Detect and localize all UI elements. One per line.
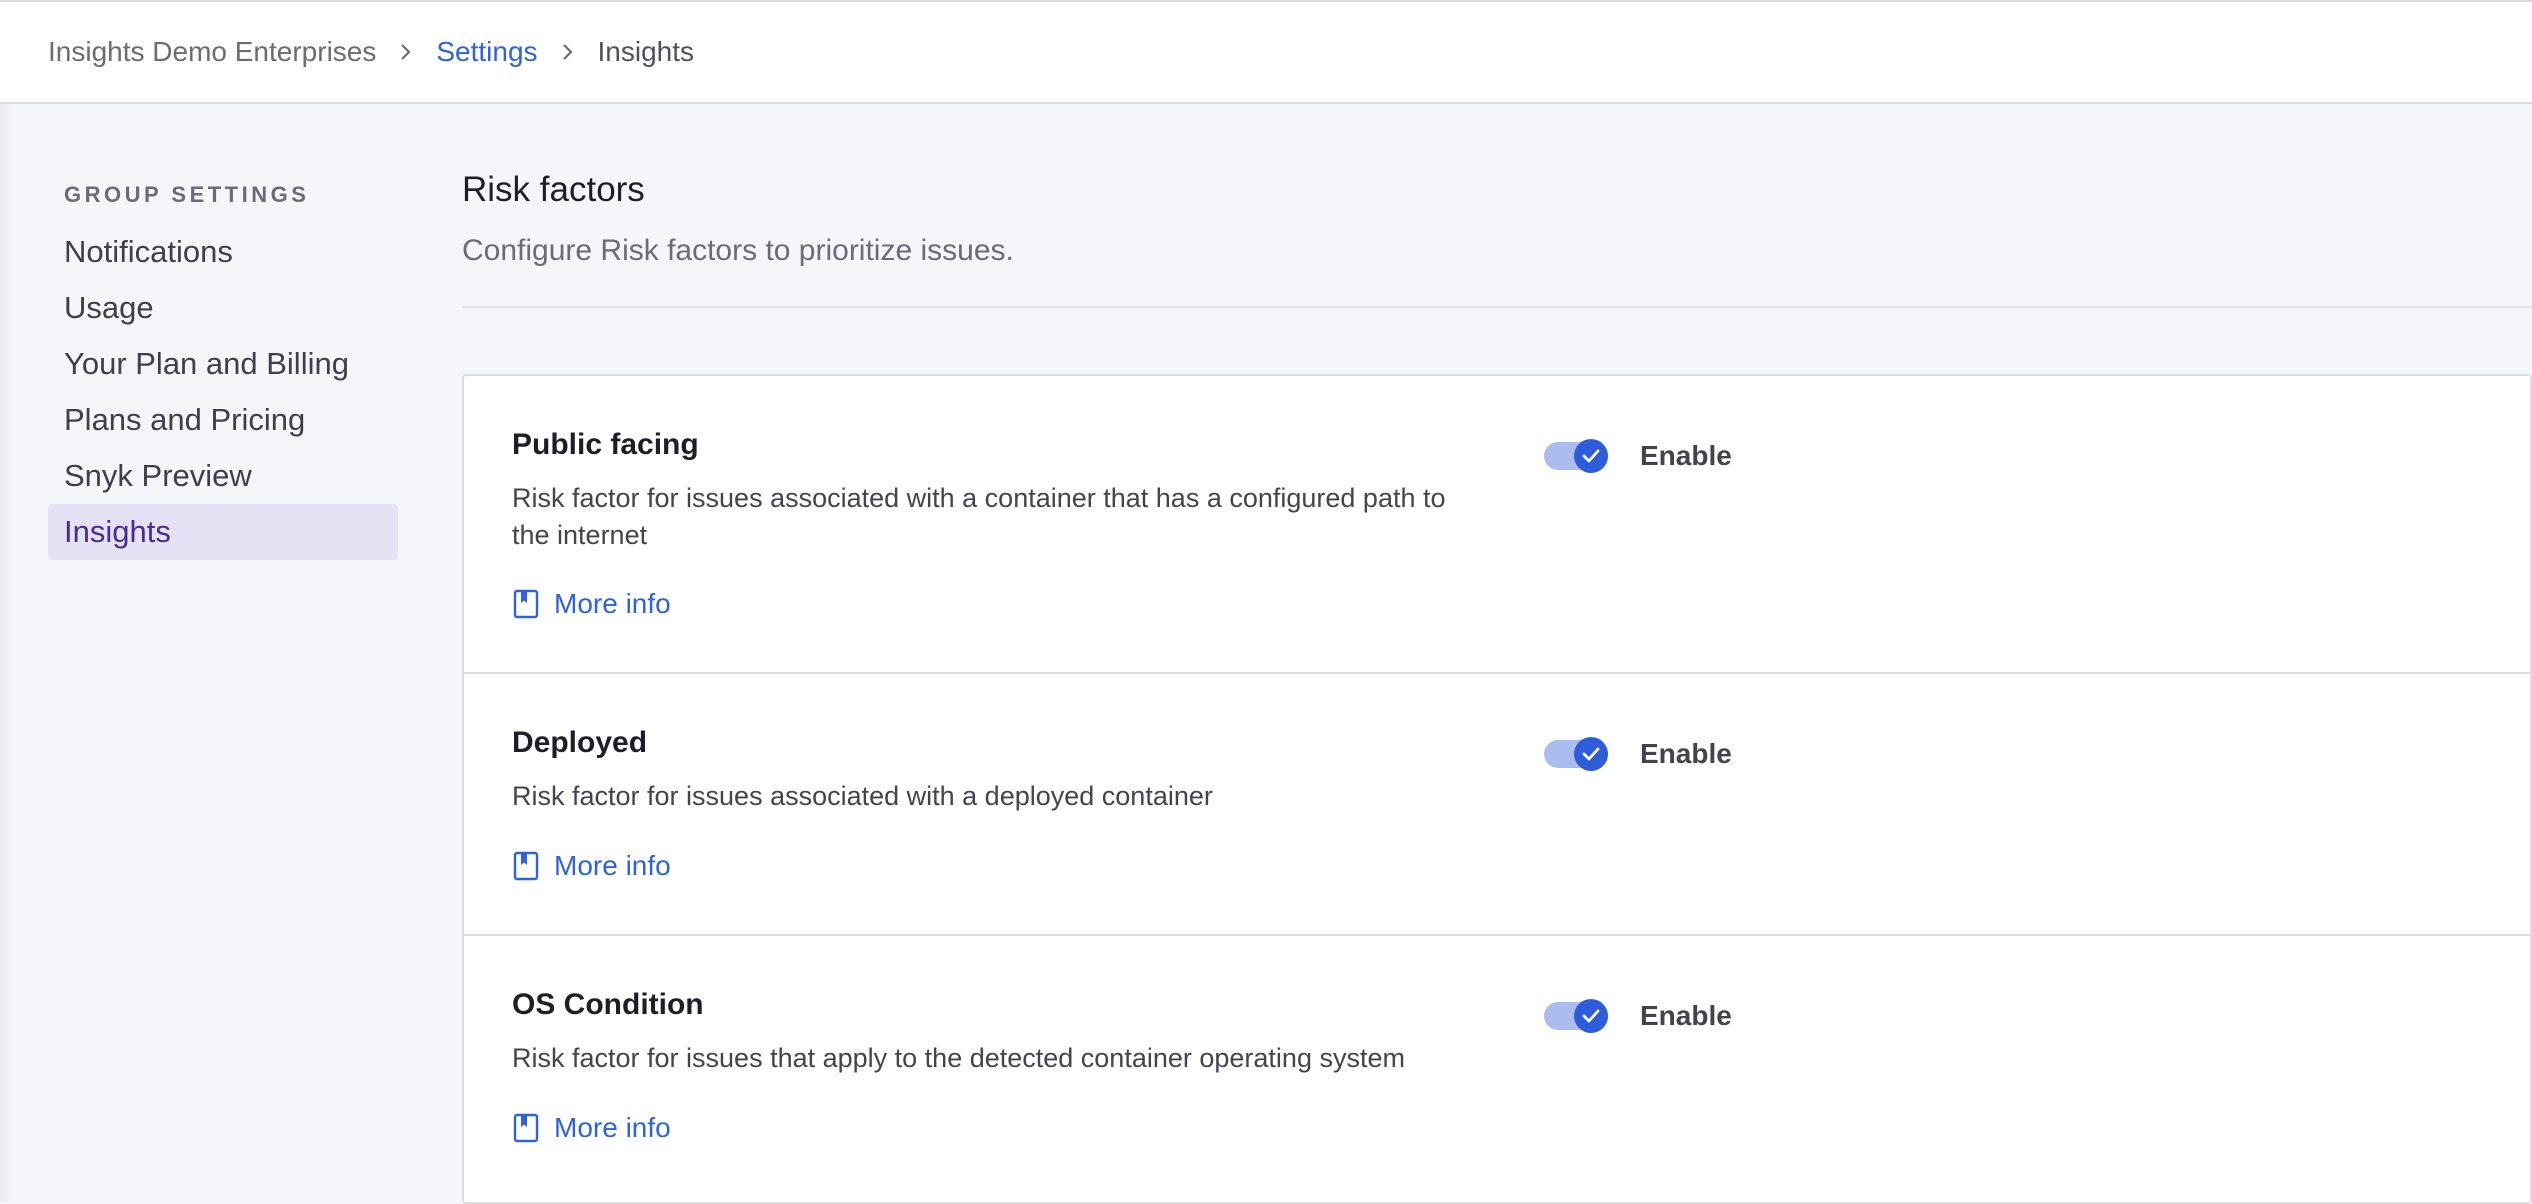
check-icon	[1574, 439, 1608, 473]
sidebar-item-notifications[interactable]: Notifications	[48, 224, 398, 280]
risk-factor-title: OS Condition	[512, 988, 704, 1021]
risk-factor-os-condition: OS Condition Risk factor for issues that…	[464, 936, 2530, 1202]
enable-toggle-group: Enable	[1544, 737, 1732, 771]
risk-factor-deployed: Deployed Risk factor for issues associat…	[464, 674, 2530, 936]
sidebar-item-plans-pricing[interactable]: Plans and Pricing	[48, 392, 398, 448]
risk-factor-description: Risk factor for issues associated with a…	[512, 781, 1213, 811]
check-icon	[1574, 737, 1608, 771]
enable-toggle-group: Enable	[1544, 999, 1732, 1033]
risk-factors-card: Public facing Risk factor for issues ass…	[462, 374, 2532, 1204]
risk-factor-description: Risk factor for issues associated with a…	[512, 483, 1446, 550]
sidebar-item-usage[interactable]: Usage	[48, 280, 398, 336]
enable-toggle[interactable]	[1544, 737, 1608, 771]
book-icon	[513, 589, 539, 619]
more-info-link[interactable]: More info	[512, 1112, 671, 1144]
page-title: Risk factors	[462, 170, 645, 209]
breadcrumb-org[interactable]: Insights Demo Enterprises	[48, 36, 376, 68]
enable-toggle[interactable]	[1544, 999, 1608, 1033]
more-info-label: More info	[554, 850, 671, 881]
more-info-label: More info	[554, 588, 671, 619]
chevron-right-icon	[538, 37, 598, 67]
sidebar-item-snyk-preview[interactable]: Snyk Preview	[48, 448, 398, 504]
book-icon	[513, 1113, 539, 1143]
breadcrumb: Insights Demo Enterprises Settings Insig…	[0, 0, 2532, 104]
risk-factor-public-facing: Public facing Risk factor for issues ass…	[464, 376, 2530, 674]
sidebar-heading: GROUP SETTINGS	[64, 182, 310, 207]
more-info-label: More info	[554, 1112, 671, 1143]
sidebar-item-plan-billing[interactable]: Your Plan and Billing	[48, 336, 398, 392]
breadcrumb-current: Insights	[597, 36, 695, 67]
chevron-right-icon	[376, 37, 436, 67]
risk-factor-description: Risk factor for issues that apply to the…	[512, 1043, 1405, 1073]
enable-toggle[interactable]	[1544, 439, 1608, 473]
sidebar-item-insights[interactable]: Insights	[48, 504, 398, 560]
toggle-label: Enable	[1640, 1000, 1732, 1031]
breadcrumb-settings[interactable]: Settings	[436, 36, 537, 68]
toggle-label: Enable	[1640, 738, 1732, 769]
more-info-link[interactable]: More info	[512, 588, 671, 620]
check-icon	[1574, 999, 1608, 1033]
risk-factor-title: Public facing	[512, 428, 699, 461]
page-subtitle: Configure Risk factors to prioritize iss…	[462, 234, 1014, 267]
divider	[462, 306, 2532, 308]
more-info-link[interactable]: More info	[512, 850, 671, 882]
enable-toggle-group: Enable	[1544, 439, 1732, 473]
window-edge	[0, 104, 12, 1202]
toggle-label: Enable	[1640, 440, 1732, 471]
book-icon	[513, 851, 539, 881]
risk-factor-title: Deployed	[512, 726, 648, 759]
